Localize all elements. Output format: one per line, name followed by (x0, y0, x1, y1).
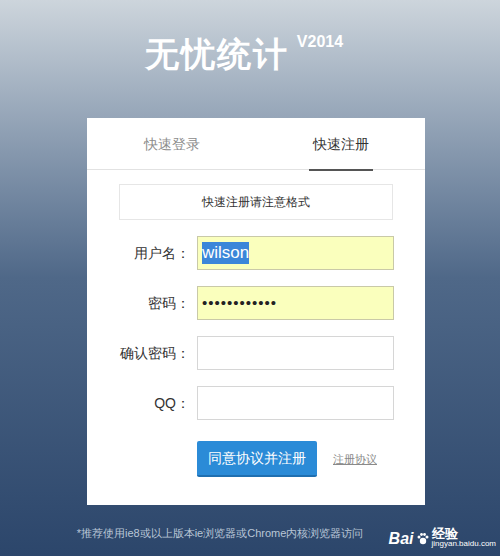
text-input[interactable] (197, 386, 394, 420)
form-fields: 用户名： wilson 密码： •••••••••••• 确认密码： QQ： (87, 236, 425, 420)
tab-label: 快速登录 (144, 134, 200, 155)
field-label: 用户名： (87, 243, 190, 264)
form-row: 密码： •••••••••••• (87, 286, 425, 320)
tab-underline (309, 169, 373, 171)
tab-bar: 快速登录 快速注册 (87, 118, 425, 170)
watermark-text: 经验 jingyan.baidu.com (432, 527, 496, 548)
password-input[interactable] (197, 336, 394, 370)
header: 无忧统计 V2014 (145, 30, 343, 78)
paw-icon (416, 532, 430, 546)
version-label: V2014 (297, 30, 343, 54)
notice-text: 快速注册请注意格式 (202, 193, 310, 211)
text-input[interactable]: wilson (197, 236, 394, 270)
submit-button[interactable]: 同意协议并注册 (197, 441, 317, 477)
field-label: 确认密码： (87, 343, 190, 364)
field-label: QQ： (87, 393, 190, 414)
notice-box: 快速注册请注意格式 (119, 184, 393, 220)
field-value: wilson (202, 242, 249, 264)
field-label: 密码： (87, 293, 190, 314)
agreement-link[interactable]: 注册协议 (333, 451, 377, 468)
register-card: 快速登录 快速注册 快速注册请注意格式 用户名： wilson 密码： ••••••••… (87, 118, 425, 505)
tab[interactable]: 快速注册 (256, 118, 425, 170)
page-background: 无忧统计 V2014 快速登录 快速注册 快速注册请注意格式 用户名： wilson… (0, 0, 500, 556)
watermark-brand: Bai (389, 530, 414, 548)
form-row: 用户名： wilson (87, 236, 425, 270)
watermark-product: 经验 (432, 527, 496, 540)
footer-note: *推荐使用ie8或以上版本ie浏览器或Chrome内核浏览器访问 (77, 525, 364, 542)
site-title: 无忧统计 (145, 30, 289, 78)
tab[interactable]: 快速登录 (87, 118, 256, 170)
form-row: 确认密码： (87, 336, 425, 370)
form-row: QQ： (87, 386, 425, 420)
watermark: Bai 经验 jingyan.baidu.com (389, 527, 496, 548)
field-value: •••••••••••• (202, 292, 277, 314)
tab-label: 快速注册 (313, 134, 369, 155)
password-input[interactable]: •••••••••••• (197, 286, 394, 320)
action-row: 同意协议并注册 注册协议 (197, 441, 425, 477)
watermark-url: jingyan.baidu.com (432, 540, 496, 548)
